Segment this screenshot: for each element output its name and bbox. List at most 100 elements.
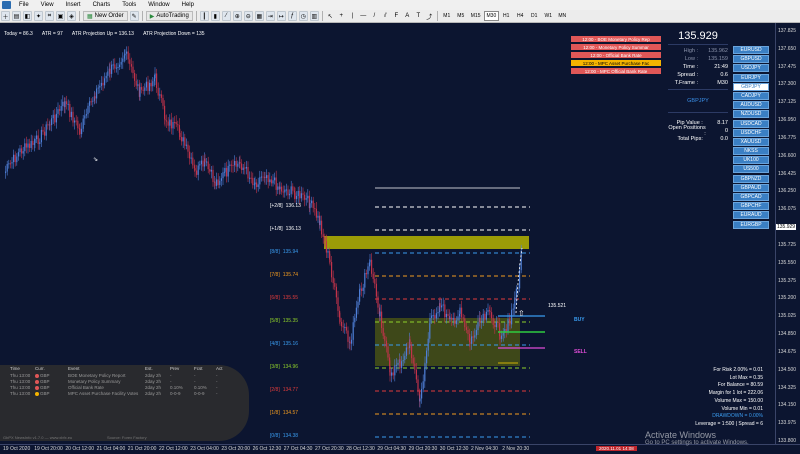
symbol-button-xauusd[interactable]: XAUUSD [733,137,769,146]
menu-help[interactable]: Help [176,2,200,8]
news-button[interactable]: 12:00 - MPC Asset Purchase Fac [571,60,661,66]
candle-body [395,364,397,366]
trendline-icon[interactable]: / [370,11,379,21]
high-label: High : [683,48,698,54]
menu-window[interactable]: Window [142,2,175,8]
menu-insert[interactable]: Insert [60,2,87,8]
symbol-button-audusd[interactable]: AUDUSD [733,101,769,110]
candle-body [156,73,158,88]
symbol-button-uk100[interactable]: UK100 [733,156,769,165]
symbol-button-cadjpy[interactable]: CADJPY [733,91,769,100]
data-window-icon[interactable]: ⌗ [45,11,54,21]
candle-body [287,189,289,196]
menu-view[interactable]: View [35,2,60,8]
symbol-button-usdcad[interactable]: USDCAD [733,119,769,128]
news-button[interactable]: 12:00 - Monetary Policy Summar [571,44,661,50]
timeframe-m30[interactable]: M30 [483,11,500,21]
menu-file[interactable]: File [13,2,35,8]
vertical-line-icon[interactable]: | [348,11,357,21]
line-chart-icon[interactable]: ⁄ [221,11,231,21]
symbol-button-gbpusd[interactable]: GBPUSD [733,55,769,64]
candle-body [331,262,333,278]
open-positions-value: 0 [724,128,728,134]
symbol-button-usdchf[interactable]: USDCHF [733,128,769,137]
periods-icon[interactable]: ◷ [298,11,308,21]
candle-body [72,111,74,123]
zoom-in-icon[interactable]: ⊕ [232,11,242,21]
candle-body [75,120,77,122]
symbol-button-eurgbp[interactable]: EURGBP [733,220,769,229]
candle-body [170,119,172,129]
candle-body [84,115,86,119]
cursor-icon[interactable]: ↖ [326,11,335,21]
symbol-button-gbpcad[interactable]: GBPCAD [733,193,769,201]
symbol-button-usdjpy[interactable]: USDJPY [733,64,769,73]
horizontal-line-icon[interactable]: — [359,11,368,21]
candle-body [375,283,377,297]
tester-icon[interactable]: ◈ [67,11,76,21]
candle-body [494,324,496,328]
fibonacci-icon[interactable]: F [392,11,401,21]
candle-body [372,273,374,279]
new-order-button[interactable]: ▦ New Order [83,11,128,21]
symbol-button-nzdusd[interactable]: NZDUSD [733,110,769,119]
indicators-icon[interactable]: ƒ [287,11,297,21]
symbol-button-gbpchf[interactable]: GBPCHF [733,202,769,211]
label-tool-icon[interactable]: T [414,11,423,21]
candle-body [499,336,501,339]
text-tool-icon[interactable]: A [403,11,412,21]
symbol-button-eurjpy[interactable]: EURJPY [733,73,769,82]
zoom-out-icon[interactable]: ⊖ [243,11,253,21]
candle-body [8,163,10,165]
autoscroll-icon[interactable]: ⇥ [265,11,275,21]
arrows-tool-icon[interactable]: ⤴ [425,11,434,21]
bar-chart-icon[interactable]: ┃ [199,11,209,21]
metaeditor-icon[interactable]: ✎ [129,11,139,21]
impact-dot-icon [35,391,39,396]
timeframe-h1[interactable]: H1 [499,11,513,21]
murrey-level-name: [+2/8] [270,203,283,209]
symbol-button-us500[interactable]: US500 [733,165,769,174]
candle-body [361,288,363,291]
profiles-icon[interactable]: ▤ [12,11,21,21]
menu-charts[interactable]: Charts [87,2,117,8]
candle-body [60,106,62,111]
watermark-subtitle: Go to PC settings to activate Windows. [645,440,749,446]
timeframe-m1[interactable]: M1 [440,11,454,21]
symbol-button-gbpaud[interactable]: GBPAUD [733,183,769,192]
symbol-button-gbpnzd[interactable]: GBPNZD [733,174,769,183]
navigator-icon[interactable]: ✦ [34,11,43,21]
menu-tools[interactable]: Tools [116,2,142,8]
tile-windows-icon[interactable]: ▦ [254,11,264,21]
timeframe-mn[interactable]: MN [555,11,569,21]
autotrading-button[interactable]: ▶ AutoTrading [145,11,193,21]
crosshair-icon[interactable]: + [337,11,346,21]
symbol-button-nkss[interactable]: NKSS [733,147,769,156]
news-button[interactable]: 12:00 - MPC Official Bank Rate [571,68,661,74]
candle-body [167,121,169,126]
terminal-icon[interactable]: ▣ [56,11,65,21]
channel-icon[interactable]: ⫽ [381,11,390,21]
chart-shift-icon[interactable]: ↦ [276,11,286,21]
market-watch-icon[interactable]: ◧ [23,11,32,21]
new-chart-icon[interactable]: ＋ [1,11,10,21]
timeframe-w1[interactable]: W1 [541,11,555,21]
timeframe-m15[interactable]: M15 [468,11,484,21]
candle-body [454,317,456,324]
candle-body [97,87,99,89]
candle-body [289,193,291,196]
candle-body [105,75,107,79]
candlestick-icon[interactable]: ▮ [210,11,220,21]
symbol-button-eurusd[interactable]: EURUSD [733,46,769,54]
news-button[interactable]: 12:00 - Official Bank Rate [571,52,661,58]
templates-icon[interactable]: ▥ [309,11,319,21]
candle-body [104,78,106,86]
symbol-button-euraud[interactable]: EURAUD [733,211,769,220]
timeframe-d1[interactable]: D1 [527,11,541,21]
symbol-button-gbpjpy[interactable]: GBPJPY [733,82,769,91]
news-button[interactable]: 12:00 - BOE Monetary Policy Rep [571,36,661,42]
timeframe-m5[interactable]: M5 [454,11,468,21]
timeframe-h4[interactable]: H4 [513,11,527,21]
candle-body [419,398,421,402]
toolbar-divider [436,11,438,21]
